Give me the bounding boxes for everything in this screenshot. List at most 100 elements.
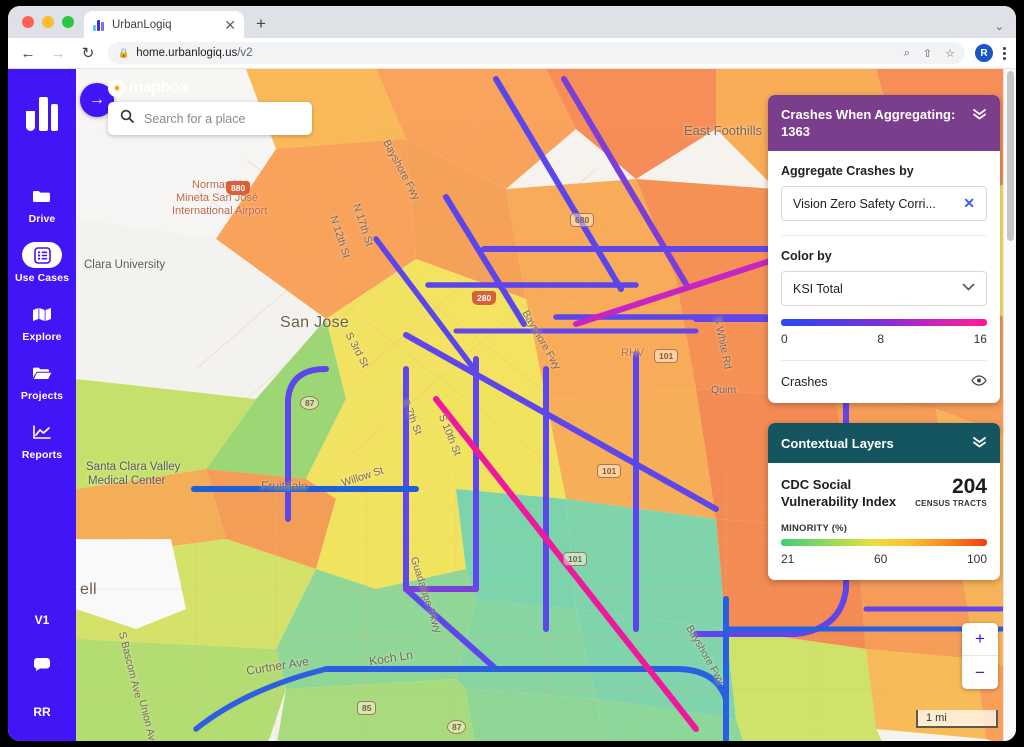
sidebar-item-label: Projects: [20, 390, 64, 402]
zoom-in-button[interactable]: +: [962, 623, 998, 656]
tab-list-chevron-icon[interactable]: ⌄: [995, 20, 1004, 33]
highway-shield: 101: [563, 552, 588, 566]
mapbox-attribution[interactable]: mapbox: [108, 79, 188, 97]
maximize-window-button[interactable]: [62, 16, 74, 28]
sidebar-item-explore[interactable]: Explore: [8, 301, 76, 343]
highway-shield: 101: [654, 349, 679, 363]
url-path: /v2: [237, 47, 253, 59]
close-tab-icon[interactable]: ✕: [224, 18, 236, 32]
chat-bubble-icon[interactable]: [33, 657, 51, 677]
sidebar-item-label: Reports: [21, 449, 63, 461]
app-sidebar: Drive Use Cases Explore Projects Reports…: [8, 69, 76, 741]
profile-avatar[interactable]: R: [975, 44, 993, 62]
crashes-panel-count: 1363: [781, 124, 810, 139]
chevron-down-icon[interactable]: [972, 435, 987, 452]
scale-min: 21: [781, 552, 795, 566]
crashes-panel-body: Aggregate Crashes by Vision Zero Safety …: [768, 151, 1000, 403]
sidebar-item-projects[interactable]: Projects: [8, 360, 76, 402]
sidebar-item-drive[interactable]: Drive: [8, 183, 76, 225]
scale-mid: 60: [873, 552, 888, 566]
contextual-panel-header[interactable]: Contextual Layers: [768, 423, 1000, 463]
chart-line-icon: [22, 419, 62, 445]
color-by-value: KSI Total: [793, 281, 843, 296]
mapbox-logo-icon: [108, 79, 125, 97]
crashes-panel-header[interactable]: Crashes When Aggregating: 1363: [768, 95, 1000, 151]
browser-toolbar: ← → ↻ 🔒 home.urbanlogiq.us/v2 ⌕ ⇧ ☆ R: [8, 38, 1016, 69]
bookmark-star-icon[interactable]: ☆: [945, 47, 955, 60]
map-side-panels: Crashes When Aggregating: 1363 Aggregate…: [768, 95, 1000, 600]
color-by-select[interactable]: KSI Total: [781, 271, 987, 306]
search-input[interactable]: Search for a place: [144, 112, 245, 126]
layer-name-line2: Vulnerability Index: [781, 494, 897, 509]
highway-shield: 101: [597, 464, 622, 478]
page-scrollbar[interactable]: [1003, 69, 1016, 741]
crashes-layer-row[interactable]: Crashes: [781, 374, 987, 389]
sidebar-user-initials[interactable]: RR: [33, 705, 50, 719]
sidebar-item-use-cases[interactable]: Use Cases: [8, 242, 76, 284]
folder-icon: [22, 183, 62, 209]
tab-strip: UrbanLogiq ✕ + ⌄: [8, 6, 1016, 38]
aggregate-by-label: Aggregate Crashes by: [781, 164, 914, 178]
chevron-down-icon[interactable]: [962, 283, 975, 295]
ksi-color-scale: [781, 319, 987, 326]
census-tract-count: 204: [951, 475, 987, 498]
open-folder-icon: [22, 360, 62, 386]
back-button[interactable]: ←: [18, 45, 38, 62]
ksi-scale-labels: 0 8 16: [781, 332, 987, 346]
zoom-out-button[interactable]: −: [962, 656, 998, 689]
highway-shield: 85: [357, 701, 377, 715]
minority-legend-title: MINORITY (%): [781, 523, 848, 534]
minority-scale-labels: 21 60 100: [781, 552, 987, 566]
browser-menu-icon[interactable]: [1003, 46, 1006, 60]
scale-mid: 8: [877, 332, 884, 346]
chevron-down-icon[interactable]: [972, 107, 987, 124]
sidebar-item-reports[interactable]: Reports: [8, 419, 76, 461]
contextual-layers-panel: Contextual Layers CDC Social Vulnerabili…: [768, 423, 1000, 580]
scale-min: 0: [781, 332, 788, 346]
sidebar-item-label: Use Cases: [14, 272, 70, 284]
map-search-bar[interactable]: Search for a place: [108, 102, 312, 135]
tab-title: UrbanLogiq: [112, 18, 172, 31]
zoom-icon[interactable]: ⌕: [904, 47, 910, 60]
urbanlogiq-logo: [24, 87, 60, 131]
minimize-window-button[interactable]: [42, 16, 54, 28]
minority-color-scale: [781, 539, 987, 546]
address-bar-icons: ⌕ ⇧ ☆: [904, 47, 955, 60]
list-icon: [22, 242, 62, 268]
layer-name-line1: CDC Social: [781, 477, 852, 492]
tab-favicon: [92, 18, 105, 31]
panel-divider: [781, 235, 987, 236]
eye-icon[interactable]: [971, 374, 987, 389]
address-bar-url: home.urbanlogiq.us/v2: [136, 47, 252, 59]
browser-tab[interactable]: UrbanLogiq ✕: [84, 11, 244, 38]
search-icon: [120, 109, 134, 128]
share-icon[interactable]: ⇧: [923, 47, 932, 60]
new-tab-button[interactable]: +: [256, 15, 266, 32]
scale-max: 16: [973, 332, 987, 346]
reload-button[interactable]: ↻: [78, 44, 98, 62]
crashes-panel: Crashes When Aggregating: 1363 Aggregate…: [768, 95, 1000, 403]
panel-divider: [781, 360, 987, 361]
color-by-label: Color by: [781, 249, 832, 263]
contextual-panel-body: CDC Social Vulnerability Index 204 CENSU…: [768, 463, 1000, 580]
close-icon[interactable]: ✕: [963, 195, 975, 212]
address-bar[interactable]: 🔒 home.urbanlogiq.us/v2 ⌕ ⇧ ☆: [108, 42, 965, 64]
map-zoom-controls: + −: [962, 623, 998, 689]
scrollbar-thumb[interactable]: [1007, 71, 1014, 241]
app-body: Drive Use Cases Explore Projects Reports…: [8, 69, 1016, 741]
sidebar-version[interactable]: V1: [35, 613, 50, 627]
aggregate-by-value: Vision Zero Safety Corri...: [793, 196, 936, 211]
map-container[interactable]: East Foothills Norman Y. Mineta San José…: [76, 69, 1016, 741]
highway-shield: 280: [472, 291, 497, 305]
aggregate-by-select[interactable]: Vision Zero Safety Corri... ✕: [781, 186, 987, 221]
census-tract-unit: CENSUS TRACTS: [915, 499, 987, 508]
scale-max: 100: [966, 552, 987, 566]
contextual-layer-row[interactable]: CDC Social Vulnerability Index 204 CENSU…: [781, 476, 987, 510]
crashes-layer-label: Crashes: [781, 374, 828, 389]
forward-button[interactable]: →: [48, 45, 68, 62]
sidebar-item-label: Drive: [28, 213, 56, 225]
close-window-button[interactable]: [22, 16, 34, 28]
map-scale-bar: 1 mi: [916, 710, 998, 728]
highway-shield: 680: [570, 213, 595, 227]
highway-shield: 880: [226, 181, 251, 195]
